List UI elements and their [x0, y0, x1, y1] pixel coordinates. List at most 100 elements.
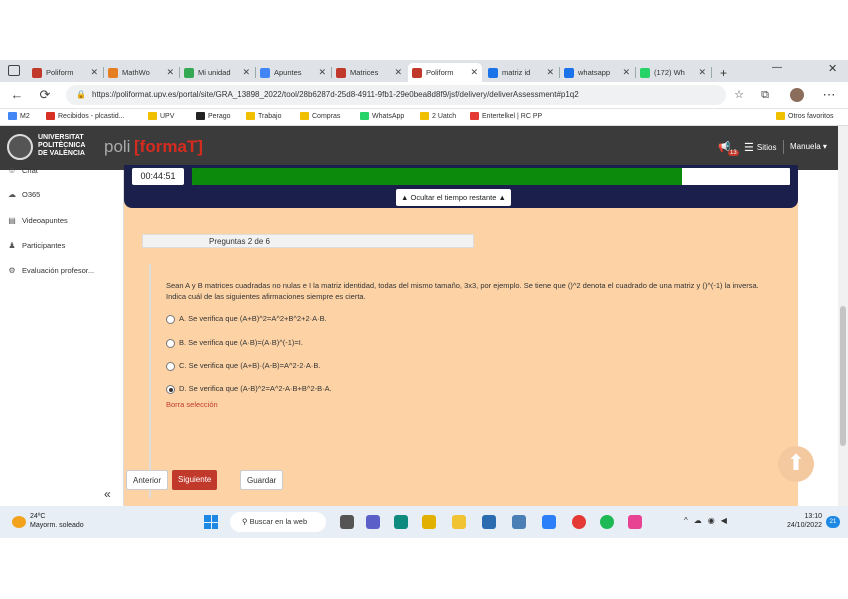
- browser-tab[interactable]: Apuntes ✕: [256, 63, 330, 82]
- previous-button[interactable]: Anterior: [126, 470, 169, 490]
- bookmark-item[interactable]: Trabajo: [246, 112, 281, 120]
- bookmark-item[interactable]: Compras: [300, 112, 340, 120]
- new-tab-icon[interactable]: +: [716, 63, 731, 82]
- bookmark-item[interactable]: WhatsApp: [360, 112, 404, 120]
- tab-close-icon[interactable]: ✕: [318, 67, 326, 78]
- answer-option[interactable]: C. Se verifica que (A+B)·(A-B)=A^2-2·A·B…: [166, 361, 320, 371]
- start-icon[interactable]: [204, 515, 218, 529]
- user-label: Manuela: [790, 142, 821, 151]
- sidebar-item[interactable]: ☁ O365: [7, 190, 40, 199]
- app-icon[interactable]: [628, 515, 642, 529]
- tab-close-icon[interactable]: ✕: [242, 67, 250, 78]
- radio-button[interactable]: [166, 314, 175, 324]
- other-bookmarks-label: Otros favoritos: [788, 112, 834, 120]
- answer-option[interactable]: A. Se verifica que (A+B)^2=A^2+B^2+2·A·B…: [166, 314, 327, 324]
- browser-tab[interactable]: Matrices ✕: [332, 63, 406, 82]
- answer-option-label: D. Se verifica que (A-B)^2=A^2-A·B+B^2-B…: [179, 384, 332, 393]
- logo-poli: poli: [104, 137, 131, 156]
- collections-icon[interactable]: ⧉: [756, 86, 774, 104]
- tab-close-icon[interactable]: ✕: [90, 67, 98, 78]
- notification-center-badge[interactable]: 21: [826, 516, 840, 528]
- user-menu[interactable]: Manuela ▾: [790, 142, 827, 151]
- save-button[interactable]: Guardar: [240, 470, 284, 490]
- taskbar-search[interactable]: ⚲ Buscar en la web: [230, 512, 326, 532]
- clear-selection-link[interactable]: Borra selección: [166, 400, 218, 409]
- browser-tab[interactable]: (172) Wh ✕: [636, 63, 710, 82]
- bookmark-item[interactable]: Perago: [196, 112, 231, 120]
- tab-close-icon[interactable]: ✕: [394, 67, 402, 78]
- collapse-sidebar-icon[interactable]: «: [104, 487, 111, 501]
- question-header: Preguntas 2 de 6: [142, 234, 474, 248]
- tab-close-icon[interactable]: ✕: [698, 67, 706, 78]
- sidebar-item[interactable]: ⚙ Evaluación profesor...: [7, 266, 94, 275]
- bookmark-item[interactable]: M2: [8, 112, 30, 120]
- other-bookmarks[interactable]: Otros favoritos: [776, 112, 834, 120]
- university-seal-icon: [7, 134, 33, 160]
- tab-label: whatsapp: [578, 68, 611, 77]
- answer-option[interactable]: B. Se verifica que (A·B)=(A·B)^(-1)=I.: [166, 338, 303, 348]
- hide-timer-button[interactable]: ▲ Ocultar el tiempo restante ▲: [396, 189, 511, 206]
- tab-close-icon[interactable]: ✕: [546, 67, 554, 78]
- scroll-top-button[interactable]: ⬆: [778, 446, 814, 482]
- favorites-icon[interactable]: ☆: [730, 86, 748, 104]
- browser-tab[interactable]: Poliform ✕: [28, 63, 102, 82]
- sidebar-item[interactable]: ☺ Chat: [7, 166, 38, 175]
- browser-tab[interactable]: MathWo ✕: [104, 63, 178, 82]
- bookmark-item[interactable]: Entertelkel | RC PP: [470, 112, 542, 120]
- question-header-label: Preguntas 2 de 6: [209, 237, 270, 246]
- clock[interactable]: 13:10 24/10/2022: [778, 512, 822, 530]
- answer-option-label: A. Se verifica que (A+B)^2=A^2+B^2+2·A·B…: [179, 314, 327, 323]
- bookmark-item[interactable]: Recibidos - plcastid...: [46, 112, 125, 120]
- tab-actions-icon[interactable]: [8, 65, 20, 76]
- timer-value: 00:44:51: [132, 168, 184, 185]
- page-scrollbar[interactable]: [838, 126, 848, 506]
- spotify-icon[interactable]: [600, 515, 614, 529]
- browser-tab[interactable]: Poliform ✕: [408, 63, 482, 82]
- clock-time: 13:10: [804, 513, 822, 520]
- sidebar-item-label: Chat: [22, 166, 38, 175]
- mail-icon[interactable]: [512, 515, 526, 529]
- sidebar-item[interactable]: ♟ Participantes: [7, 241, 65, 250]
- radio-button[interactable]: [166, 361, 175, 371]
- radio-button[interactable]: [166, 338, 175, 348]
- next-button[interactable]: Siguiente: [172, 470, 218, 490]
- radio-button[interactable]: [166, 384, 175, 394]
- question-text: Sean A y B matrices cuadradas no nulas e…: [166, 281, 759, 301]
- sites-label: Sitios: [756, 143, 777, 152]
- answer-option[interactable]: D. Se verifica que (A-B)^2=A^2-A·B+B^2-B…: [166, 384, 332, 394]
- photos-icon[interactable]: [422, 515, 436, 529]
- opera-icon[interactable]: [572, 515, 586, 529]
- sidebar-item[interactable]: ▤ Videoapuntes: [7, 216, 68, 225]
- task-view-icon[interactable]: [340, 515, 354, 529]
- tab-favicon-icon: [564, 67, 574, 78]
- minimize-icon[interactable]: —: [772, 62, 782, 73]
- reload-icon[interactable]: ⟳: [36, 86, 54, 104]
- bookmark-label: UPV: [160, 112, 175, 120]
- store-icon[interactable]: [482, 515, 496, 529]
- sites-button[interactable]: ☰ Sitios: [744, 141, 776, 154]
- scrollbar-thumb[interactable]: [840, 306, 846, 446]
- teams-icon[interactable]: [366, 515, 380, 529]
- profile-avatar[interactable]: [790, 88, 804, 102]
- url-field[interactable]: 🔒 https://poliformat.upv.es/portal/site/…: [66, 85, 726, 105]
- temperature: 24ºC: [30, 513, 46, 520]
- browser-tab[interactable]: Mi unidad ✕: [180, 63, 254, 82]
- back-icon[interactable]: ←: [8, 86, 26, 104]
- system-tray-icons[interactable]: ^☁◉◀: [684, 516, 733, 525]
- caret-down-icon: ▾: [822, 142, 827, 151]
- tab-close-icon[interactable]: ✕: [166, 67, 174, 78]
- edge-icon[interactable]: [394, 515, 408, 529]
- bookmark-item[interactable]: 2 Uatch: [420, 112, 456, 120]
- tab-label: matriz id: [502, 68, 531, 77]
- bookmark-item[interactable]: UPV: [148, 112, 174, 120]
- tab-close-icon[interactable]: ✕: [622, 67, 630, 78]
- calendar-icon[interactable]: [542, 515, 556, 529]
- url-text: https://poliformat.upv.es/portal/site/GR…: [92, 90, 579, 99]
- close-window-icon[interactable]: ✕: [828, 62, 837, 75]
- weather-widget[interactable]: 24ºC Mayorm. soleado: [30, 512, 84, 530]
- browser-tab[interactable]: whatsapp ✕: [560, 63, 634, 82]
- tab-close-icon[interactable]: ✕: [470, 67, 478, 78]
- browser-tab[interactable]: matriz id ✕: [484, 63, 558, 82]
- file-explorer-icon[interactable]: [452, 515, 466, 529]
- more-icon[interactable]: ⋯: [820, 86, 838, 104]
